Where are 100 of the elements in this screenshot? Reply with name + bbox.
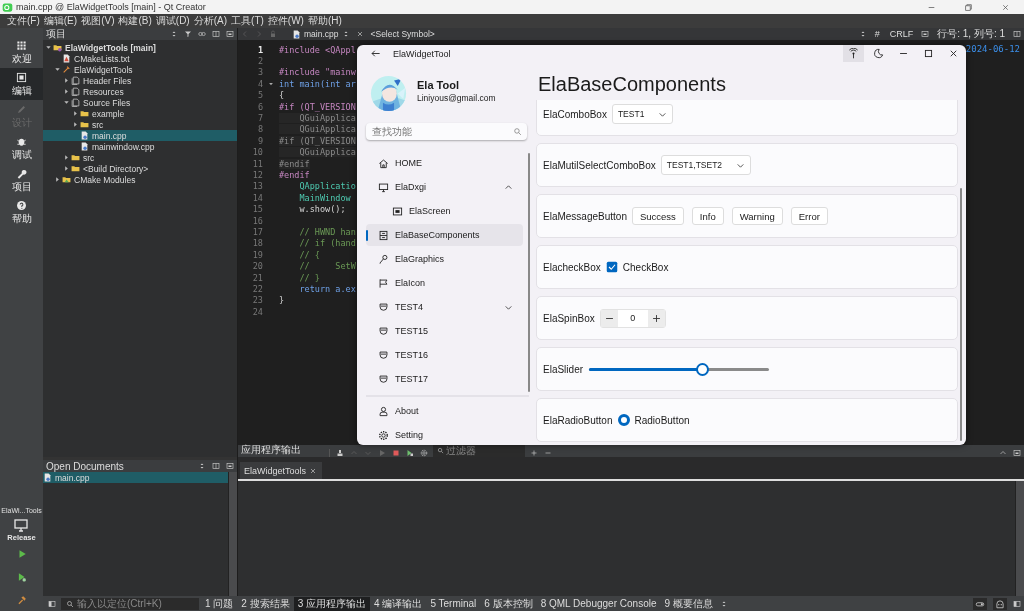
menu-item[interactable]: 调试(D) bbox=[154, 14, 191, 28]
antenna-icon[interactable] bbox=[843, 45, 864, 62]
menu-item[interactable]: 工具(T) bbox=[230, 14, 265, 28]
tree-item[interactable]: CMakeLists.txt bbox=[43, 53, 237, 64]
pane-tab[interactable]: 4 编译输出 bbox=[370, 596, 427, 611]
mode-button[interactable]: 项目 bbox=[0, 164, 43, 196]
tree-item[interactable]: ElaWidgetTools [main] bbox=[43, 42, 237, 53]
close-icon[interactable] bbox=[355, 30, 364, 38]
mode-button[interactable]: 编辑 bbox=[0, 68, 43, 100]
menu-item[interactable]: 分析(A) bbox=[192, 14, 229, 28]
tree-item[interactable]: src bbox=[43, 152, 237, 163]
pane-tab[interactable]: 8 QML Debugger Console bbox=[536, 596, 661, 611]
nav-item[interactable]: About bbox=[366, 400, 527, 422]
menu-item[interactable]: 文件(F) bbox=[6, 14, 41, 28]
menu-item[interactable]: 视图(V) bbox=[80, 14, 116, 28]
scrollbar[interactable] bbox=[228, 472, 237, 596]
menu-item[interactable]: 控件(W) bbox=[266, 14, 305, 28]
sort-icon[interactable] bbox=[198, 462, 206, 470]
symbol-selector[interactable]: <Select Symbol> bbox=[370, 29, 435, 39]
tree-item[interactable]: example bbox=[43, 108, 237, 119]
filter-icon[interactable] bbox=[184, 30, 192, 38]
nav-item[interactable]: ElaDxgi bbox=[366, 176, 523, 198]
message-button[interactable]: Success bbox=[631, 207, 684, 225]
encoding-label[interactable]: # bbox=[874, 29, 880, 39]
nav-item[interactable]: TEST17 bbox=[366, 368, 523, 390]
link-icon[interactable] bbox=[198, 30, 206, 38]
tree-item[interactable]: src bbox=[43, 119, 237, 130]
toggle-icon[interactable] bbox=[973, 597, 987, 610]
radio-label[interactable]: RadioButton bbox=[634, 414, 690, 426]
checkbox[interactable] bbox=[605, 261, 618, 273]
nav-item[interactable]: TEST15 bbox=[366, 320, 523, 342]
close-pane-icon[interactable] bbox=[226, 462, 234, 470]
radio-button[interactable] bbox=[617, 414, 630, 426]
menu-item[interactable]: 构建(B) bbox=[117, 14, 153, 28]
restore-icon[interactable] bbox=[964, 2, 973, 12]
mode-button[interactable]: 欢迎 bbox=[0, 36, 43, 68]
mode-button[interactable]: 调试 bbox=[0, 132, 43, 164]
combo-box[interactable]: TEST1,TSET2 bbox=[660, 155, 752, 175]
maximize-icon[interactable] bbox=[923, 48, 934, 59]
file-selector[interactable]: main.cpp bbox=[292, 29, 339, 39]
scrollbar[interactable] bbox=[960, 188, 962, 441]
split-icon[interactable] bbox=[1013, 30, 1021, 38]
tree-item[interactable]: Resources bbox=[43, 86, 237, 97]
checkbox-label[interactable]: CheckBox bbox=[622, 261, 669, 273]
menu-item[interactable]: 编辑(E) bbox=[42, 14, 79, 28]
tree-item[interactable]: mainwindow.cpp bbox=[43, 141, 237, 152]
message-button[interactable]: Info bbox=[691, 207, 724, 225]
robot-icon[interactable] bbox=[993, 597, 1007, 610]
nav-item[interactable]: ElaScreen bbox=[366, 200, 523, 222]
nav-item[interactable]: ElaBaseComponents bbox=[366, 224, 523, 246]
nav-item[interactable]: Setting bbox=[366, 424, 527, 445]
search-field[interactable]: 查找功能 bbox=[366, 123, 527, 140]
cursor-position[interactable]: 行号: 1, 列号: 1 bbox=[937, 27, 1005, 41]
mode-button[interactable]: 帮助 bbox=[0, 196, 43, 228]
nav-item[interactable]: TEST4 bbox=[366, 296, 523, 318]
tree-item[interactable]: <Build Directory> bbox=[43, 163, 237, 174]
split-icon[interactable] bbox=[212, 462, 220, 470]
pane-tab[interactable]: 6 版本控制 bbox=[480, 596, 537, 611]
message-button[interactable]: Error bbox=[790, 207, 828, 225]
scrollbar[interactable] bbox=[528, 153, 530, 392]
pane-tab[interactable]: 1 问题 bbox=[201, 596, 238, 611]
tree-item[interactable]: main.cpp bbox=[43, 130, 237, 141]
tree-item[interactable]: Header Files bbox=[43, 75, 237, 86]
filter-field[interactable]: 过滤器 bbox=[433, 445, 525, 457]
sidebar-icon[interactable] bbox=[48, 599, 56, 608]
nav-item[interactable]: ElaGraphics bbox=[366, 248, 523, 270]
pane-tab[interactable]: 2 搜索结果 bbox=[237, 596, 294, 611]
clear-icon[interactable] bbox=[336, 449, 344, 457]
pane-tab[interactable]: 3 应用程序输出 bbox=[293, 596, 371, 611]
output-tab[interactable]: ElaWidgetTools bbox=[240, 462, 323, 479]
settings-icon[interactable] bbox=[420, 449, 428, 457]
pane-tab[interactable]: 9 概要信息 bbox=[660, 596, 717, 611]
nav-item[interactable]: TEST16 bbox=[366, 344, 523, 366]
document-item[interactable]: main.cpp bbox=[43, 472, 228, 483]
hammer-icon[interactable] bbox=[16, 595, 27, 605]
close-icon[interactable] bbox=[948, 48, 959, 59]
tree-item[interactable]: ElaWidgetTools bbox=[43, 64, 237, 75]
combo-box[interactable]: TEST1 bbox=[611, 104, 674, 124]
pane-tab[interactable]: 5 Terminal bbox=[426, 596, 481, 611]
sidebar-icon[interactable] bbox=[1013, 599, 1021, 608]
nav-item[interactable]: ElaIcon bbox=[366, 272, 523, 294]
debug-run-icon[interactable] bbox=[16, 572, 27, 582]
locator-field[interactable]: 输入以定位(Ctrl+K) bbox=[61, 597, 199, 610]
message-button[interactable]: Warning bbox=[731, 207, 783, 225]
nav-item[interactable]: HOME bbox=[366, 152, 523, 174]
close-pane-icon[interactable] bbox=[226, 30, 234, 38]
sort-icon[interactable] bbox=[170, 30, 178, 38]
slider-thumb[interactable] bbox=[696, 362, 710, 376]
moon-icon[interactable] bbox=[873, 48, 884, 59]
tree-item[interactable]: CMake Modules bbox=[43, 174, 237, 185]
scrollbar[interactable] bbox=[1015, 481, 1024, 596]
back-icon[interactable] bbox=[370, 48, 381, 59]
menu-item[interactable]: 帮助(H) bbox=[306, 14, 343, 28]
split-icon[interactable] bbox=[212, 30, 220, 38]
spin-box[interactable]: 0 bbox=[599, 308, 666, 328]
panel-icon[interactable] bbox=[921, 30, 930, 38]
line-ending-label[interactable]: CRLF bbox=[889, 29, 914, 39]
fold-arrow-icon[interactable] bbox=[268, 80, 274, 87]
attach-icon[interactable] bbox=[406, 449, 414, 457]
plus-icon[interactable] bbox=[647, 309, 665, 327]
